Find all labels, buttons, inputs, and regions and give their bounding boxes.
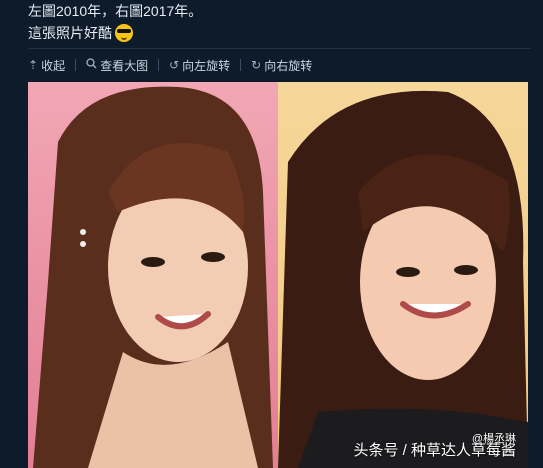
rotate-right-button[interactable]: ↻ 向右旋转 <box>251 57 312 74</box>
rotate-left-label: 向左旋转 <box>182 58 231 73</box>
divider <box>28 48 531 49</box>
rotate-left-icon: ↺ <box>169 58 180 72</box>
image-toolbar: ⇡ 收起 查看大图 ↺ 向左旋转 ↻ 向右旋转 <box>28 56 312 74</box>
photo-2017: @楊丞琳 <box>278 82 528 468</box>
search-icon <box>86 58 97 72</box>
collapse-up-arrow-icon: ⇡ <box>28 58 39 72</box>
view-large-button[interactable]: 查看大图 <box>86 57 148 74</box>
collapse-button[interactable]: ⇡ 收起 <box>28 57 65 74</box>
post-text: 左圖2010年，右圖2017年。 這張照片好酷 <box>28 0 202 44</box>
collapse-label: 收起 <box>41 58 66 73</box>
portrait-2017-illustration <box>278 90 528 468</box>
rotate-right-icon: ↻ <box>251 58 262 72</box>
post-line-2-text: 這張照片好酷 <box>28 25 112 41</box>
rotate-left-button[interactable]: ↺ 向左旋转 <box>169 57 230 74</box>
post-line-1: 左圖2010年，右圖2017年。 <box>28 3 203 19</box>
cool-sunglasses-emoji-icon <box>115 24 133 42</box>
portrait-2010-illustration <box>33 86 273 468</box>
view-large-label: 查看大图 <box>100 58 149 73</box>
toolbar-separator <box>75 59 77 71</box>
toolbar-separator <box>158 59 160 71</box>
toolbar-separator <box>240 59 242 71</box>
watermark: 头条号 / 种草达人草莓酱 <box>353 442 516 459</box>
post-line-2: 這張照片好酷 <box>28 22 202 44</box>
post-image[interactable]: @楊丞琳 头条号 / 种草达人草莓酱 <box>28 82 528 468</box>
photo-2010 <box>28 82 278 468</box>
rotate-right-label: 向右旋转 <box>264 58 313 73</box>
